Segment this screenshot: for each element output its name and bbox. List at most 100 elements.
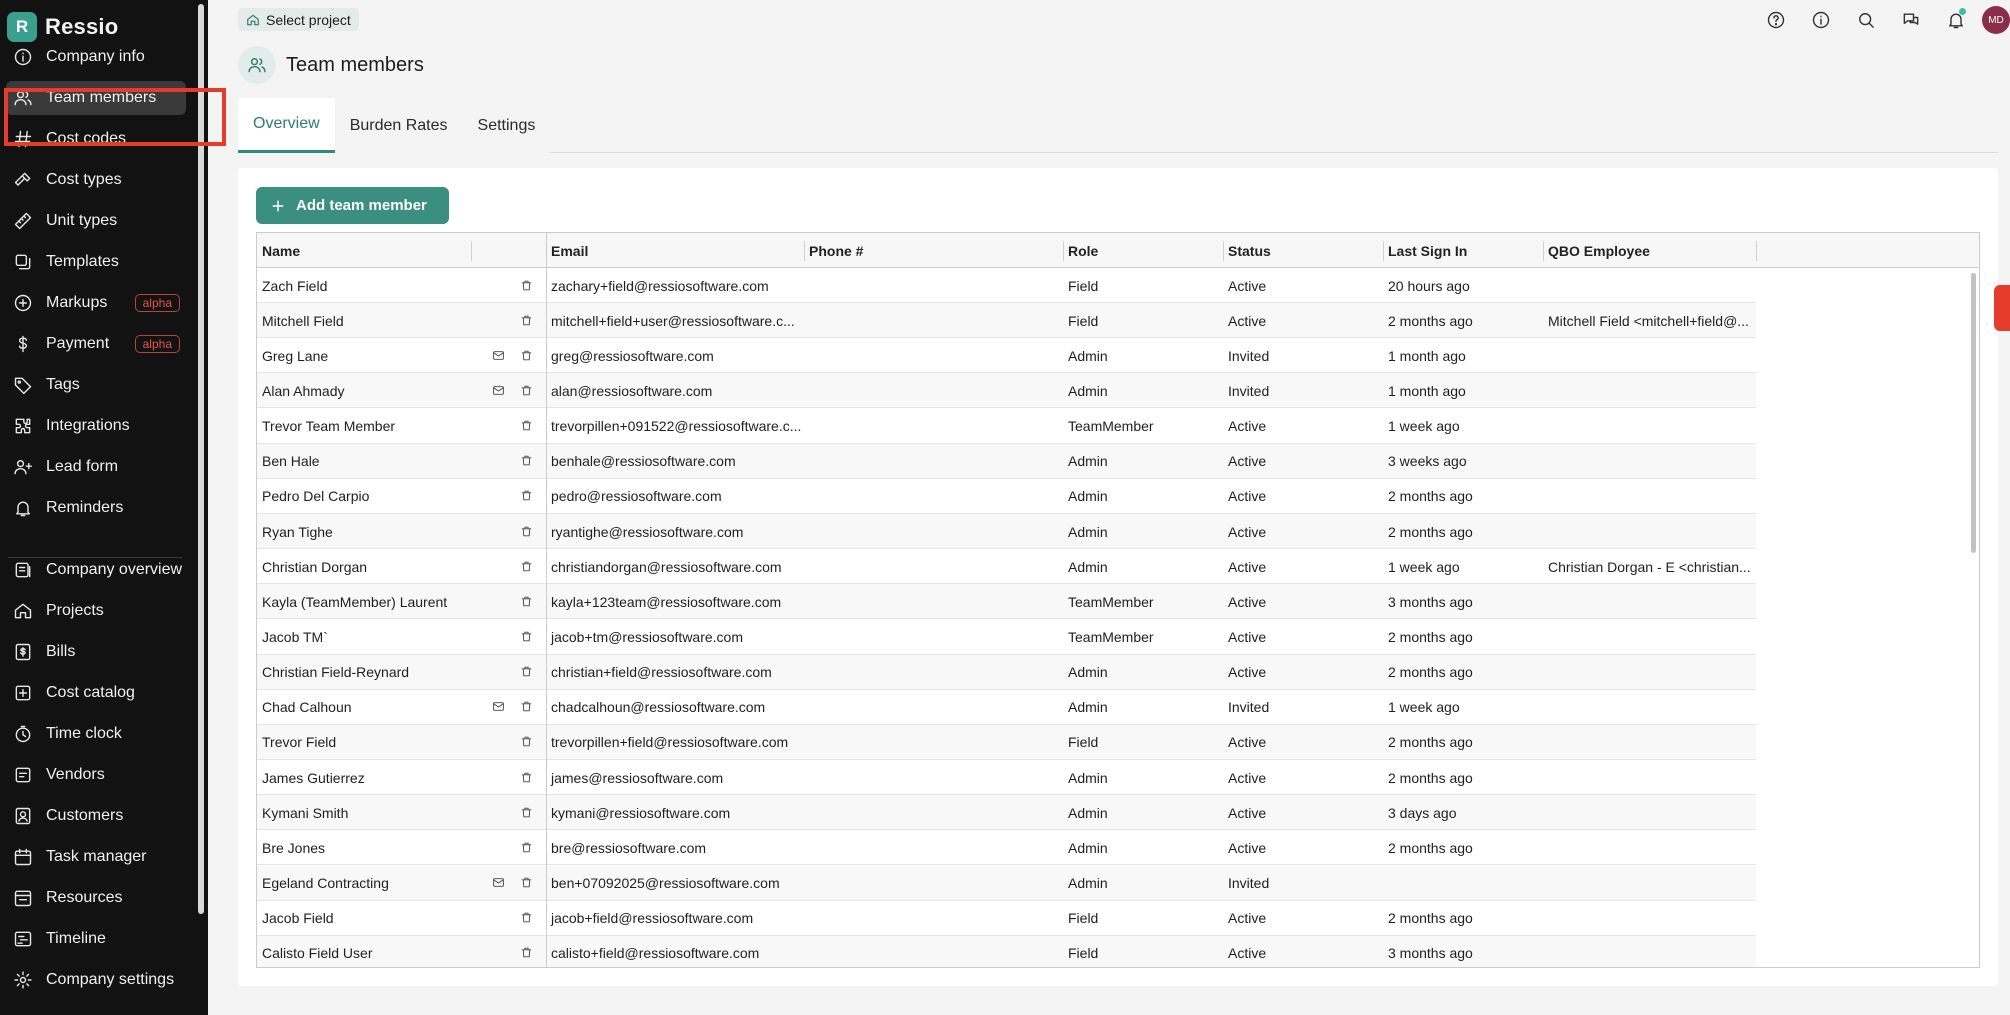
sidebar-item-company-overview[interactable]: Company overview (6, 553, 186, 587)
tab-overview[interactable]: Overview (238, 98, 335, 153)
column-header-last-sign-in[interactable]: Last Sign In (1383, 233, 1543, 268)
sidebar-item-label: Lead form (46, 458, 119, 475)
table-row[interactable]: Egeland Contracting ben+07092025@ressioso… (257, 865, 1756, 901)
delete-trash-icon[interactable] (518, 523, 534, 539)
table-row[interactable]: Christian Dorgan christiandorgan@ressioso… (257, 549, 1756, 585)
column-header-role[interactable]: Role (1063, 233, 1223, 268)
table-row[interactable]: Kayla (TeamMember) Laurent kayla+123team@… (257, 584, 1756, 620)
delete-trash-icon[interactable] (518, 769, 534, 785)
table-row[interactable]: Jacob TM` jacob+tm@ressiosoftware.com Team… (257, 620, 1756, 655)
delete-trash-icon[interactable] (518, 382, 534, 398)
sidebar-item-unit-types[interactable]: Unit types (6, 204, 186, 238)
sidebar-item-team-members[interactable]: Team members (6, 81, 186, 115)
select-project-button[interactable]: Select project (238, 8, 359, 31)
table-row[interactable]: Chad Calhoun chadcalhoun@ressiosoftware.c… (257, 690, 1756, 725)
table-row[interactable]: Trevor Field trevorpillen+field@ressiosof… (257, 724, 1756, 760)
user-avatar[interactable]: MD (1982, 6, 2010, 34)
delete-trash-icon[interactable] (518, 453, 534, 469)
table-row[interactable]: Alan Ahmady alan@ressiosoftware.com Admin I… (257, 373, 1756, 409)
delete-trash-icon[interactable] (518, 488, 534, 504)
column-separator[interactable] (1543, 241, 1544, 261)
delete-trash-icon[interactable] (518, 277, 534, 293)
table-row[interactable]: Ryan Tighe ryantighe@ressiosoftware.com Ad… (257, 514, 1756, 550)
cell-phone (804, 690, 1063, 725)
resend-invite-mail-icon[interactable] (490, 347, 506, 363)
sidebar-item-cost-codes[interactable]: Cost codes (6, 122, 186, 156)
table-row[interactable]: Jacob Field jacob+field@ressiosoftware.co… (257, 901, 1756, 936)
sidebar-item-bills[interactable]: Bills (6, 635, 186, 669)
column-header-qbo-employee[interactable]: QBO Employee (1543, 233, 1756, 268)
delete-trash-icon[interactable] (518, 664, 534, 680)
table-row[interactable]: Christian Field-Reynard christian+field@r… (257, 654, 1756, 690)
table-row[interactable]: Kymani Smith kymani@ressiosoftware.com Adm… (257, 795, 1756, 831)
table-scrollbar[interactable] (1971, 273, 1976, 553)
table-row[interactable]: Mitchell Field mitchell+field+user@ressio… (257, 303, 1756, 339)
table-row[interactable]: Bre Jones bre@ressiosoftware.com Admin Acti… (257, 830, 1756, 866)
column-separator[interactable] (1223, 241, 1224, 261)
delete-trash-icon[interactable] (518, 734, 534, 750)
table-row[interactable]: Trevor Team Member trevorpillen+091522@re… (257, 409, 1756, 444)
table-row[interactable]: Pedro Del Carpio pedro@ressiosoftware.com… (257, 479, 1756, 514)
sidebar-item-reminders[interactable]: Reminders (6, 491, 186, 525)
column-separator[interactable] (1383, 241, 1384, 261)
column-header-phone[interactable]: Phone # (804, 233, 1063, 268)
delete-trash-icon[interactable] (518, 839, 534, 855)
cell-qbo (1543, 725, 1756, 760)
cell-email: trevorpillen+field@ressiosoftware.com (551, 734, 789, 751)
search-icon[interactable] (1852, 6, 1880, 34)
tab-burden-rates[interactable]: Burden Rates (334, 98, 463, 153)
delete-trash-icon[interactable] (518, 804, 534, 820)
sidebar-item-time-clock[interactable]: Time clock (6, 717, 186, 751)
tab-settings[interactable]: Settings (462, 98, 551, 153)
sidebar-item-customers[interactable]: Customers (6, 799, 186, 833)
delete-trash-icon[interactable] (518, 875, 534, 891)
delete-trash-icon[interactable] (518, 593, 534, 609)
delete-trash-icon[interactable] (518, 418, 534, 434)
add-team-member-button[interactable]: Add team member (256, 187, 449, 224)
sidebar-item-tags[interactable]: Tags (6, 368, 186, 402)
sidebar-item-timeline[interactable]: Timeline (6, 922, 186, 956)
sidebar-item-markups[interactable]: Markups alpha (6, 286, 186, 320)
sidebar-item-templates[interactable]: Templates (6, 245, 186, 279)
table-row[interactable]: James Gutierrez james@ressiosoftware.com A… (257, 760, 1756, 796)
column-header-name[interactable]: Name (257, 233, 472, 268)
delete-trash-icon[interactable] (518, 629, 534, 645)
chat-icon[interactable] (1897, 6, 1925, 34)
sidebar-item-company-settings[interactable]: Company settings (6, 963, 186, 997)
sidebar-item-vendors[interactable]: Vendors (6, 758, 186, 792)
sidebar-item-task-manager[interactable]: Task manager (6, 840, 186, 874)
column-separator[interactable] (1063, 241, 1064, 261)
resend-invite-mail-icon[interactable] (490, 699, 506, 715)
sidebar-item-lead-form[interactable]: Lead form (6, 450, 186, 484)
sidebar-item-cost-types[interactable]: Cost types (6, 163, 186, 197)
resend-invite-mail-icon[interactable] (490, 875, 506, 891)
help-icon[interactable] (1762, 6, 1790, 34)
table-row[interactable]: Calisto Field User calisto+field@ressioso… (257, 935, 1756, 967)
delete-trash-icon[interactable] (518, 558, 534, 574)
side-tab[interactable] (1994, 285, 2010, 331)
sidebar-item-cost-catalog[interactable]: Cost catalog (6, 676, 186, 710)
bell-icon[interactable] (1942, 6, 1970, 34)
table-row[interactable]: Greg Lane greg@ressiosoftware.com Admin Inv… (257, 338, 1756, 374)
sidebar-item-company-info[interactable]: Company info (6, 40, 186, 74)
delete-trash-icon[interactable] (518, 910, 534, 926)
delete-trash-icon[interactable] (518, 945, 534, 961)
info-icon[interactable] (1807, 6, 1835, 34)
resend-invite-mail-icon[interactable] (490, 382, 506, 398)
sidebar-item-projects[interactable]: Projects (6, 594, 186, 628)
delete-trash-icon[interactable] (518, 347, 534, 363)
column-separator[interactable] (804, 241, 805, 261)
column-separator[interactable] (471, 241, 472, 261)
delete-trash-icon[interactable] (518, 312, 534, 328)
table-row[interactable]: Ben Hale benhale@ressiosoftware.com Admin A… (257, 443, 1756, 479)
column-separator[interactable] (1756, 241, 1757, 261)
table-row[interactable]: Zach Field zachary+field@ressiosoftware.c… (257, 268, 1756, 303)
delete-trash-icon[interactable] (518, 699, 534, 715)
sidebar-item-integrations[interactable]: Integrations (6, 409, 186, 443)
sidebar-item-resources[interactable]: Resources (6, 881, 186, 915)
column-header-email[interactable]: Email (546, 233, 804, 268)
column-header-status[interactable]: Status (1223, 233, 1383, 268)
sidebar-scrollbar[interactable] (198, 4, 204, 914)
sidebar-item-payment[interactable]: Payment alpha (6, 327, 186, 361)
cell-status: Active (1228, 910, 1267, 927)
